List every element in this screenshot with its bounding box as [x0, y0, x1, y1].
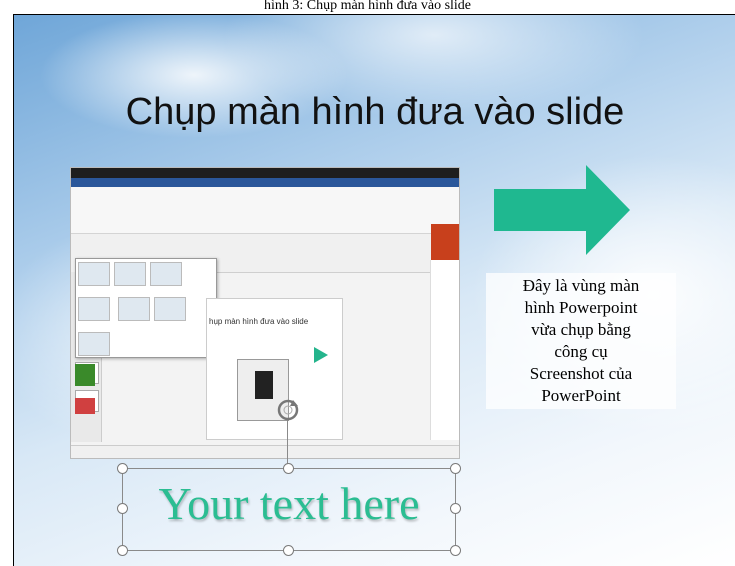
resize-handle-e[interactable]	[450, 503, 461, 514]
caption-textbox[interactable]: Đây là vùng màn hình Powerpoint vừa chụp…	[486, 273, 676, 409]
shot-tabbar	[71, 178, 459, 187]
shot-ribbon	[71, 187, 459, 234]
right-arrow-icon[interactable]	[494, 165, 630, 255]
rotate-stem	[287, 420, 288, 464]
shot-titlebar	[71, 168, 459, 178]
selected-textbox[interactable]: Your text here	[117, 463, 461, 556]
shot-statusbar	[71, 445, 459, 458]
caption-line: Đây là vùng màn	[522, 276, 640, 295]
slide-canvas[interactable]: Chụp màn hình đưa vào slide hụp màn hình…	[13, 14, 735, 566]
caption-line: Screenshot của	[529, 364, 633, 383]
caption-line: hình Powerpoint	[524, 298, 638, 317]
shot-green-thumb	[75, 364, 95, 386]
shot-mini-slide-title: hụp màn hình đưa vào slide	[209, 317, 309, 326]
shot-mini-slide: hụp màn hình đưa vào slide	[206, 298, 343, 440]
resize-handle-se[interactable]	[450, 545, 461, 556]
shot-orange-panel	[431, 224, 459, 260]
shot-mini-arrow-icon	[314, 347, 328, 363]
slide-title[interactable]: Chụp màn hình đưa vào slide	[14, 91, 735, 134]
caption-line: công cụ	[554, 342, 608, 361]
shot-mini-dark-rect	[255, 371, 273, 399]
rotate-handle-icon[interactable]	[276, 398, 300, 422]
resize-handle-w[interactable]	[117, 503, 128, 514]
shot-screenshot-popup	[75, 258, 217, 358]
resize-handle-sw[interactable]	[117, 545, 128, 556]
resize-handle-n[interactable]	[283, 463, 294, 474]
resize-handle-s[interactable]	[283, 545, 294, 556]
shot-right-panel	[430, 260, 459, 440]
screenshot-image[interactable]: hụp màn hình đưa vào slide	[70, 167, 460, 459]
shot-red-thumb	[75, 398, 95, 414]
resize-handle-nw[interactable]	[117, 463, 128, 474]
resize-handle-ne[interactable]	[450, 463, 461, 474]
textbox-text[interactable]: Your text here	[123, 477, 455, 530]
caption-line: PowerPoint	[541, 386, 621, 405]
caption-line: vừa chụp bằng	[531, 320, 631, 339]
